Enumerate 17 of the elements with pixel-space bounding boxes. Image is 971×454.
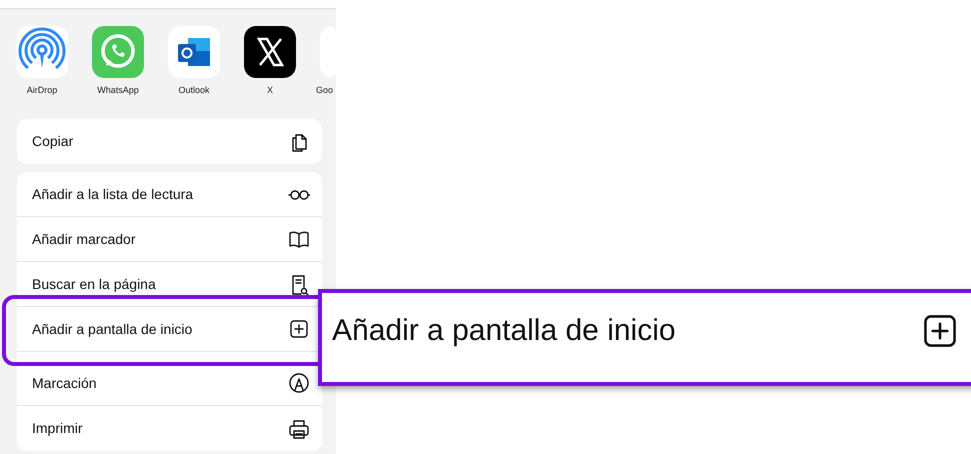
printer-icon	[288, 418, 310, 440]
airdrop-icon[interactable]	[16, 26, 68, 78]
menu-item[interactable]: Añadir marcador	[17, 217, 322, 262]
menu-item[interactable]: Añadir a la lista de lectura	[17, 172, 322, 217]
menu-item[interactable]: Imprimir	[17, 406, 322, 451]
plus-square-icon	[288, 318, 310, 340]
envelope-icon[interactable]	[168, 26, 220, 78]
menu-item[interactable]: Copiar	[17, 119, 322, 164]
app-label: Outlook	[178, 86, 210, 95]
app-label: AirDrop	[26, 86, 58, 95]
app-label: Goo	[316, 86, 334, 95]
app-label: X	[266, 86, 273, 95]
pen-nib-icon	[288, 372, 310, 394]
app-label: WhatsApp	[97, 86, 139, 95]
x-logo-icon[interactable]	[244, 26, 296, 78]
callout-label: Añadir a pantalla de inicio	[332, 313, 676, 349]
chat-bubble-icon[interactable]	[92, 26, 144, 78]
